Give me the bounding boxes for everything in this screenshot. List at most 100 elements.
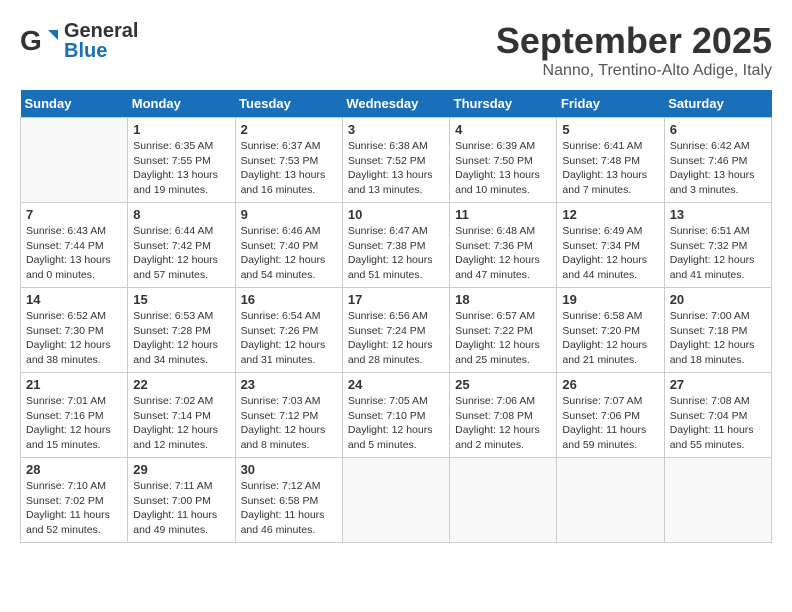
calendar-cell: 5 Sunrise: 6:41 AM Sunset: 7:48 PM Daylig… [557,118,664,203]
day-header-tuesday: Tuesday [235,90,342,118]
day-number: 29 [133,462,229,477]
day-info: Sunrise: 6:53 AM Sunset: 7:28 PM Dayligh… [133,309,229,368]
calendar-cell: 20 Sunrise: 7:00 AM Sunset: 7:18 PM Dayli… [664,288,771,373]
calendar-cell: 28 Sunrise: 7:10 AM Sunset: 7:02 PM Dayli… [21,458,128,543]
day-number: 4 [455,122,551,137]
day-number: 23 [241,377,337,392]
day-number: 5 [562,122,658,137]
month-title: September 2025 [496,20,772,62]
day-number: 7 [26,207,122,222]
day-info: Sunrise: 6:43 AM Sunset: 7:44 PM Dayligh… [26,224,122,283]
logo: G General Blue [20,20,138,62]
calendar-cell: 13 Sunrise: 6:51 AM Sunset: 7:32 PM Dayli… [664,203,771,288]
day-info: Sunrise: 7:07 AM Sunset: 7:06 PM Dayligh… [562,394,658,453]
calendar-cell: 9 Sunrise: 6:46 AM Sunset: 7:40 PM Daylig… [235,203,342,288]
logo-icon: G [20,22,58,60]
calendar-cell: 22 Sunrise: 7:02 AM Sunset: 7:14 PM Dayli… [128,373,235,458]
calendar-table: SundayMondayTuesdayWednesdayThursdayFrid… [20,90,772,543]
calendar-cell: 21 Sunrise: 7:01 AM Sunset: 7:16 PM Dayli… [21,373,128,458]
day-info: Sunrise: 7:12 AM Sunset: 6:58 PM Dayligh… [241,479,337,538]
day-header-wednesday: Wednesday [342,90,449,118]
day-info: Sunrise: 6:38 AM Sunset: 7:52 PM Dayligh… [348,139,444,198]
day-number: 22 [133,377,229,392]
location-text: Nanno, Trentino-Alto Adige, Italy [496,62,772,80]
day-info: Sunrise: 6:44 AM Sunset: 7:42 PM Dayligh… [133,224,229,283]
day-number: 13 [670,207,766,222]
logo-blue-text: Blue [64,40,138,62]
calendar-cell: 10Sunrise: 6:47 AM Sunset: 7:38 PM Dayli… [342,203,449,288]
title-block: September 2025 Nanno, Trentino-Alto Adig… [496,20,772,80]
logo-general-text: General [64,20,138,42]
day-number: 27 [670,377,766,392]
day-info: Sunrise: 7:01 AM Sunset: 7:16 PM Dayligh… [26,394,122,453]
calendar-cell: 16Sunrise: 6:54 AM Sunset: 7:26 PM Dayli… [235,288,342,373]
calendar-cell: 25 Sunrise: 7:06 AM Sunset: 7:08 PM Dayli… [450,373,557,458]
calendar-cell: 12Sunrise: 6:49 AM Sunset: 7:34 PM Dayli… [557,203,664,288]
calendar-cell: 6 Sunrise: 6:42 AM Sunset: 7:46 PM Daylig… [664,118,771,203]
day-info: Sunrise: 7:06 AM Sunset: 7:08 PM Dayligh… [455,394,551,453]
day-info: Sunrise: 6:46 AM Sunset: 7:40 PM Dayligh… [241,224,337,283]
day-info: Sunrise: 6:47 AM Sunset: 7:38 PM Dayligh… [348,224,444,283]
calendar-cell [664,458,771,543]
calendar-cell [557,458,664,543]
day-info: Sunrise: 6:52 AM Sunset: 7:30 PM Dayligh… [26,309,122,368]
day-info: Sunrise: 6:35 AM Sunset: 7:55 PM Dayligh… [133,139,229,198]
calendar-cell: 30Sunrise: 7:12 AM Sunset: 6:58 PM Dayli… [235,458,342,543]
calendar-cell: 29 Sunrise: 7:11 AM Sunset: 7:00 PM Dayli… [128,458,235,543]
day-header-sunday: Sunday [21,90,128,118]
day-number: 6 [670,122,766,137]
calendar-header-row: SundayMondayTuesdayWednesdayThursdayFrid… [21,90,772,118]
day-number: 8 [133,207,229,222]
day-info: Sunrise: 6:41 AM Sunset: 7:48 PM Dayligh… [562,139,658,198]
day-header-friday: Friday [557,90,664,118]
calendar-cell [342,458,449,543]
day-info: Sunrise: 6:58 AM Sunset: 7:20 PM Dayligh… [562,309,658,368]
calendar-week-row: 21 Sunrise: 7:01 AM Sunset: 7:16 PM Dayli… [21,373,772,458]
calendar-cell: 18 Sunrise: 6:57 AM Sunset: 7:22 PM Dayli… [450,288,557,373]
day-number: 2 [241,122,337,137]
day-info: Sunrise: 6:48 AM Sunset: 7:36 PM Dayligh… [455,224,551,283]
day-info: Sunrise: 6:51 AM Sunset: 7:32 PM Dayligh… [670,224,766,283]
day-number: 28 [26,462,122,477]
day-number: 15 [133,292,229,307]
day-info: Sunrise: 6:49 AM Sunset: 7:34 PM Dayligh… [562,224,658,283]
day-number: 18 [455,292,551,307]
day-info: Sunrise: 6:42 AM Sunset: 7:46 PM Dayligh… [670,139,766,198]
day-info: Sunrise: 6:37 AM Sunset: 7:53 PM Dayligh… [241,139,337,198]
calendar-cell: 4Sunrise: 6:39 AM Sunset: 7:50 PM Daylig… [450,118,557,203]
calendar-cell: 24Sunrise: 7:05 AM Sunset: 7:10 PM Dayli… [342,373,449,458]
day-number: 25 [455,377,551,392]
calendar-cell: 19Sunrise: 6:58 AM Sunset: 7:20 PM Dayli… [557,288,664,373]
day-number: 11 [455,207,551,222]
day-info: Sunrise: 7:00 AM Sunset: 7:18 PM Dayligh… [670,309,766,368]
day-info: Sunrise: 6:57 AM Sunset: 7:22 PM Dayligh… [455,309,551,368]
calendar-cell: 26 Sunrise: 7:07 AM Sunset: 7:06 PM Dayli… [557,373,664,458]
calendar-cell [450,458,557,543]
day-number: 14 [26,292,122,307]
day-info: Sunrise: 7:11 AM Sunset: 7:00 PM Dayligh… [133,479,229,538]
calendar-cell: 27Sunrise: 7:08 AM Sunset: 7:04 PM Dayli… [664,373,771,458]
calendar-cell: 7 Sunrise: 6:43 AM Sunset: 7:44 PM Daylig… [21,203,128,288]
day-number: 26 [562,377,658,392]
day-number: 9 [241,207,337,222]
day-number: 21 [26,377,122,392]
calendar-cell: 8 Sunrise: 6:44 AM Sunset: 7:42 PM Daylig… [128,203,235,288]
calendar-cell: 23Sunrise: 7:03 AM Sunset: 7:12 PM Dayli… [235,373,342,458]
day-info: Sunrise: 6:54 AM Sunset: 7:26 PM Dayligh… [241,309,337,368]
calendar-cell: 15 Sunrise: 6:53 AM Sunset: 7:28 PM Dayli… [128,288,235,373]
day-info: Sunrise: 7:02 AM Sunset: 7:14 PM Dayligh… [133,394,229,453]
calendar-week-row: 28 Sunrise: 7:10 AM Sunset: 7:02 PM Dayli… [21,458,772,543]
day-info: Sunrise: 7:10 AM Sunset: 7:02 PM Dayligh… [26,479,122,538]
day-number: 24 [348,377,444,392]
calendar-cell: 2 Sunrise: 6:37 AM Sunset: 7:53 PM Daylig… [235,118,342,203]
page-header: G General Blue September 2025 Nanno, Tre… [20,20,772,80]
day-number: 20 [670,292,766,307]
day-number: 3 [348,122,444,137]
day-header-monday: Monday [128,90,235,118]
day-info: Sunrise: 6:56 AM Sunset: 7:24 PM Dayligh… [348,309,444,368]
calendar-cell [21,118,128,203]
calendar-cell: 14 Sunrise: 6:52 AM Sunset: 7:30 PM Dayli… [21,288,128,373]
calendar-week-row: 7 Sunrise: 6:43 AM Sunset: 7:44 PM Daylig… [21,203,772,288]
svg-text:G: G [20,25,42,56]
calendar-week-row: 14 Sunrise: 6:52 AM Sunset: 7:30 PM Dayli… [21,288,772,373]
